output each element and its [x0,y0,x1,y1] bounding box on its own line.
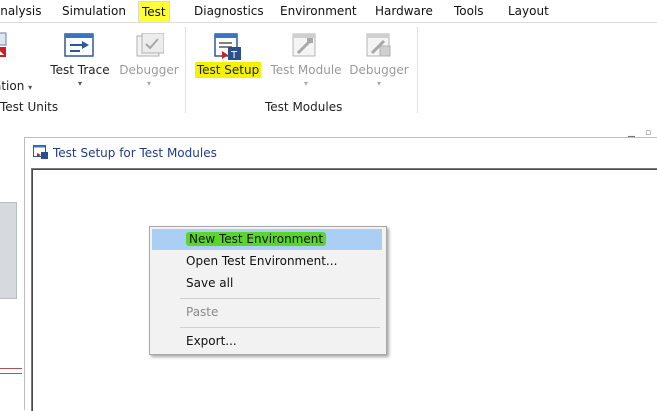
test-setup-label: Test Setup [194,62,262,78]
ribbon-tab-bar: Analysis Simulation Test Diagnostics Env… [0,0,657,22]
window-title: Test Setup for Test Modules [53,146,217,160]
test-simulation-button[interactable]: t ation ▾ [0,31,34,101]
tab-tools[interactable]: Tools [454,3,484,20]
simulation-label-line2: ation [0,79,25,93]
simulation-label-line1: t [0,63,54,77]
tab-simulation[interactable]: Simulation [62,3,126,20]
debugger-icon [366,33,391,57]
chevron-down-icon: ▾ [146,79,151,88]
menu-separator [180,298,380,299]
menu-item-save-all[interactable]: Save all [152,273,382,294]
test-setup-icon: T [214,33,241,61]
menu-item-new-test-environment[interactable]: New Test Environment [152,229,382,250]
context-menu: New Test Environment Open Test Environme… [149,226,387,355]
test-module-icon [292,33,316,57]
tab-diagnostics[interactable]: Diagnostics [194,3,264,20]
chevron-down-icon: ▾ [28,83,33,92]
side-panel-block [0,202,17,299]
test-modules-debugger-button[interactable]: Debugger ▾ [348,31,410,101]
tab-layout[interactable]: Layout [508,3,549,20]
tab-hardware[interactable]: Hardware [375,3,433,20]
test-trace-button[interactable]: Test Trace ▾ [48,31,112,101]
test-units-debugger-button[interactable]: Debugger ▾ [118,31,180,101]
menu-item-export[interactable]: Export... [152,331,382,352]
test-module-label: Test Module [270,63,342,77]
menu-separator [180,327,380,328]
test-trace-label: Test Trace [50,63,110,77]
test-trace-icon [64,33,94,57]
group-divider [417,27,418,113]
tab-environment[interactable]: Environment [280,3,357,20]
menu-item-label: New Test Environment [186,232,327,246]
tab-test[interactable]: Test [138,1,170,22]
debugger-icon [136,33,164,57]
svg-text:T: T [230,50,238,61]
menu-item-open-test-environment[interactable]: Open Test Environment... [152,251,382,272]
test-module-button[interactable]: Test Module ▾ [270,31,342,101]
simulation-icon [0,32,7,57]
test-units-group-label: Test Units [0,100,59,114]
debugger-label: Debugger [119,63,179,77]
test-setup-window-icon [33,145,48,159]
chevron-down-icon: ▾ [376,79,381,88]
group-divider [185,27,186,113]
chevron-down-icon: ▾ [77,79,82,88]
side-panel-divider [0,368,22,374]
debugger-label: Debugger [349,63,409,77]
menu-item-paste[interactable]: Paste [152,302,382,323]
test-setup-button[interactable]: T Test Setup [194,31,262,101]
tab-analysis[interactable]: Analysis [0,3,41,20]
ribbon-panel: t ation ▾ Test Trace ▾ Debugger ▾ Test U… [0,22,657,119]
chevron-down-icon: ▾ [303,79,308,88]
test-modules-group-label: Test Modules [265,100,343,114]
